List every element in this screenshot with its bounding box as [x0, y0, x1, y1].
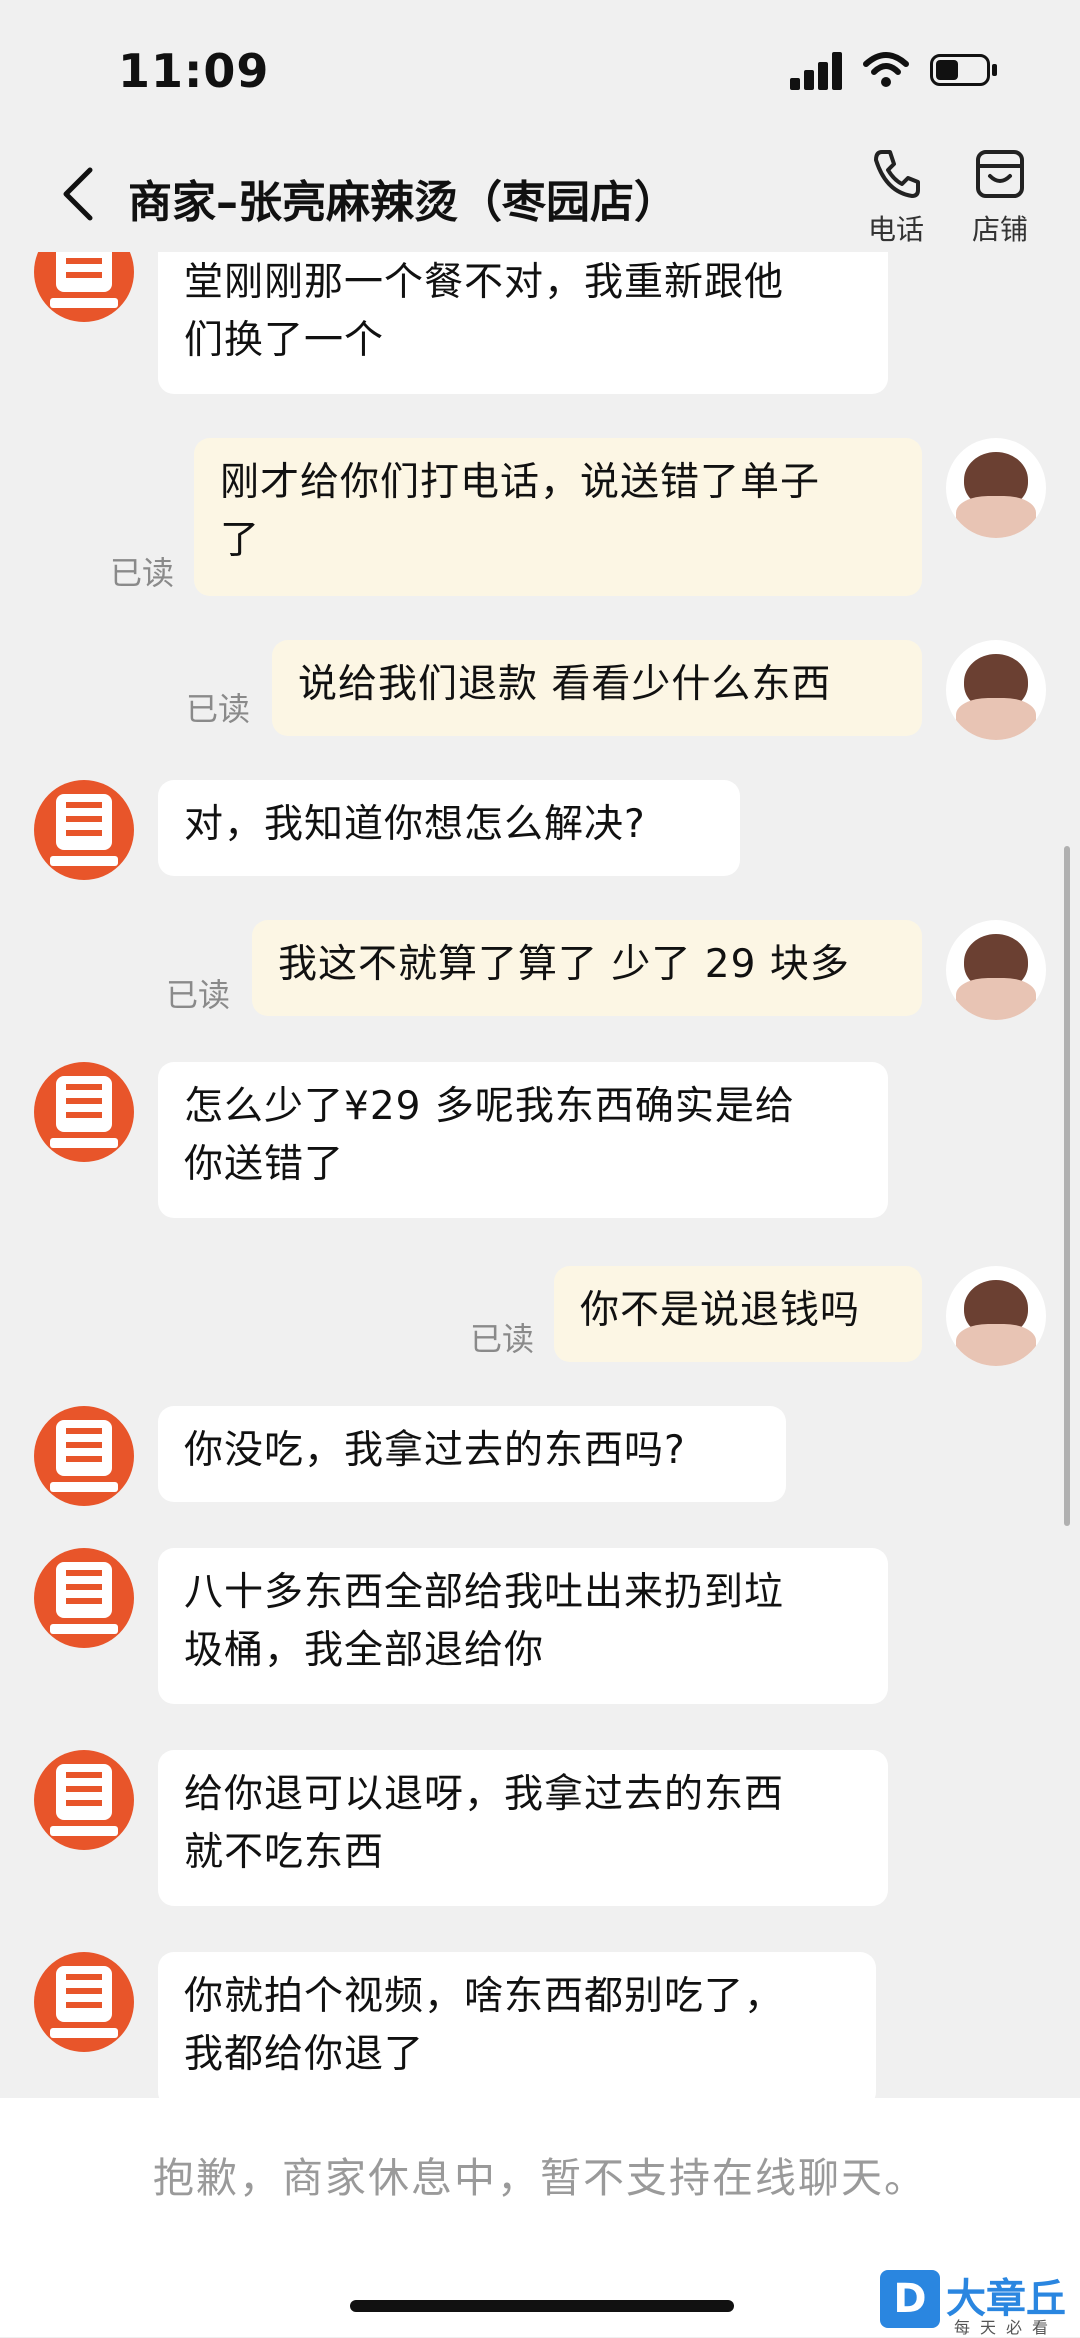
read-status: 已读: [166, 976, 231, 1014]
user-avatar[interactable]: [946, 438, 1046, 538]
user-message[interactable]: 我这不就算了算了 少了 29 块多: [252, 920, 922, 1016]
merchant-avatar[interactable]: [34, 252, 134, 322]
merchant-message[interactable]: 给你退可以退呀，我拿过去的东西 就不吃东西: [158, 1750, 888, 1906]
merchant-message[interactable]: 你没吃，我拿过去的东西吗?: [158, 1406, 786, 1502]
user-avatar[interactable]: [946, 1266, 1046, 1366]
merchant-avatar[interactable]: [34, 1548, 134, 1648]
watermark-logo: D 大章丘 每天必看: [880, 2266, 1080, 2337]
merchant-message[interactable]: 怎么少了¥29 多呢我东西确实是给 你送错了: [158, 1062, 888, 1218]
merchant-avatar[interactable]: [34, 1062, 134, 1162]
watermark-d-icon: D: [880, 2270, 940, 2328]
cellular-signal-icon: [790, 52, 844, 90]
battery-icon: [930, 50, 1000, 90]
home-indicator[interactable]: [350, 2300, 734, 2312]
bottom-bar: 抱歉，商家休息中，暂不支持在线聊天。 D 大章丘 每天必看: [0, 2098, 1080, 2337]
status-bar: 11:09: [0, 0, 1080, 140]
read-status: 已读: [110, 554, 175, 592]
store-button[interactable]: 店铺: [950, 146, 1050, 246]
read-status: 已读: [186, 690, 251, 728]
user-message[interactable]: 刚才给你们打电话，说送错了单子 了: [194, 438, 922, 596]
store-icon: [976, 150, 1024, 198]
merchant-message[interactable]: 对，我知道你想怎么解决?: [158, 780, 740, 876]
phone-label: 电话: [867, 213, 924, 246]
phone-icon: [874, 150, 920, 198]
merchant-avatar[interactable]: [34, 1750, 134, 1850]
merchant-closed-notice: 抱歉，商家休息中，暂不支持在线聊天。: [153, 2154, 927, 2202]
status-time: 11:09: [118, 44, 270, 98]
chat-messages[interactable]: 堂刚刚那一个餐不对，我重新跟他 们换了一个 已读 刚才给你们打电话，说送错了单子…: [0, 252, 1080, 2098]
user-avatar[interactable]: [946, 640, 1046, 740]
merchant-message[interactable]: 八十多东西全部给我吐出来扔到垃 圾桶，我全部退给你: [158, 1548, 888, 1704]
chat-scrollbar[interactable]: [1064, 846, 1070, 1526]
merchant-message[interactable]: 你就拍个视频，啥东西都别吃了， 我都给你退了: [158, 1952, 876, 2098]
merchant-avatar[interactable]: [34, 1406, 134, 1506]
watermark-subtext: 每天必看: [954, 2318, 1059, 2337]
phone-button[interactable]: 电话: [846, 146, 946, 246]
user-message[interactable]: 说给我们退款 看看少什么东西: [272, 640, 922, 736]
chat-title: 商家–张亮麻辣烫（枣园店）: [128, 177, 678, 228]
merchant-message[interactable]: 堂刚刚那一个餐不对，我重新跟他 们换了一个: [158, 252, 888, 394]
merchant-avatar[interactable]: [34, 1952, 134, 2052]
user-avatar[interactable]: [946, 920, 1046, 1020]
chat-header: 商家–张亮麻辣烫（枣园店） 电话 店铺: [0, 140, 1080, 252]
back-arrow-icon[interactable]: [52, 164, 112, 224]
merchant-avatar[interactable]: [34, 780, 134, 880]
user-message[interactable]: 你不是说退钱吗: [554, 1266, 922, 1362]
read-status: 已读: [470, 1320, 535, 1358]
store-label: 店铺: [971, 213, 1028, 246]
wifi-icon: [863, 52, 909, 87]
